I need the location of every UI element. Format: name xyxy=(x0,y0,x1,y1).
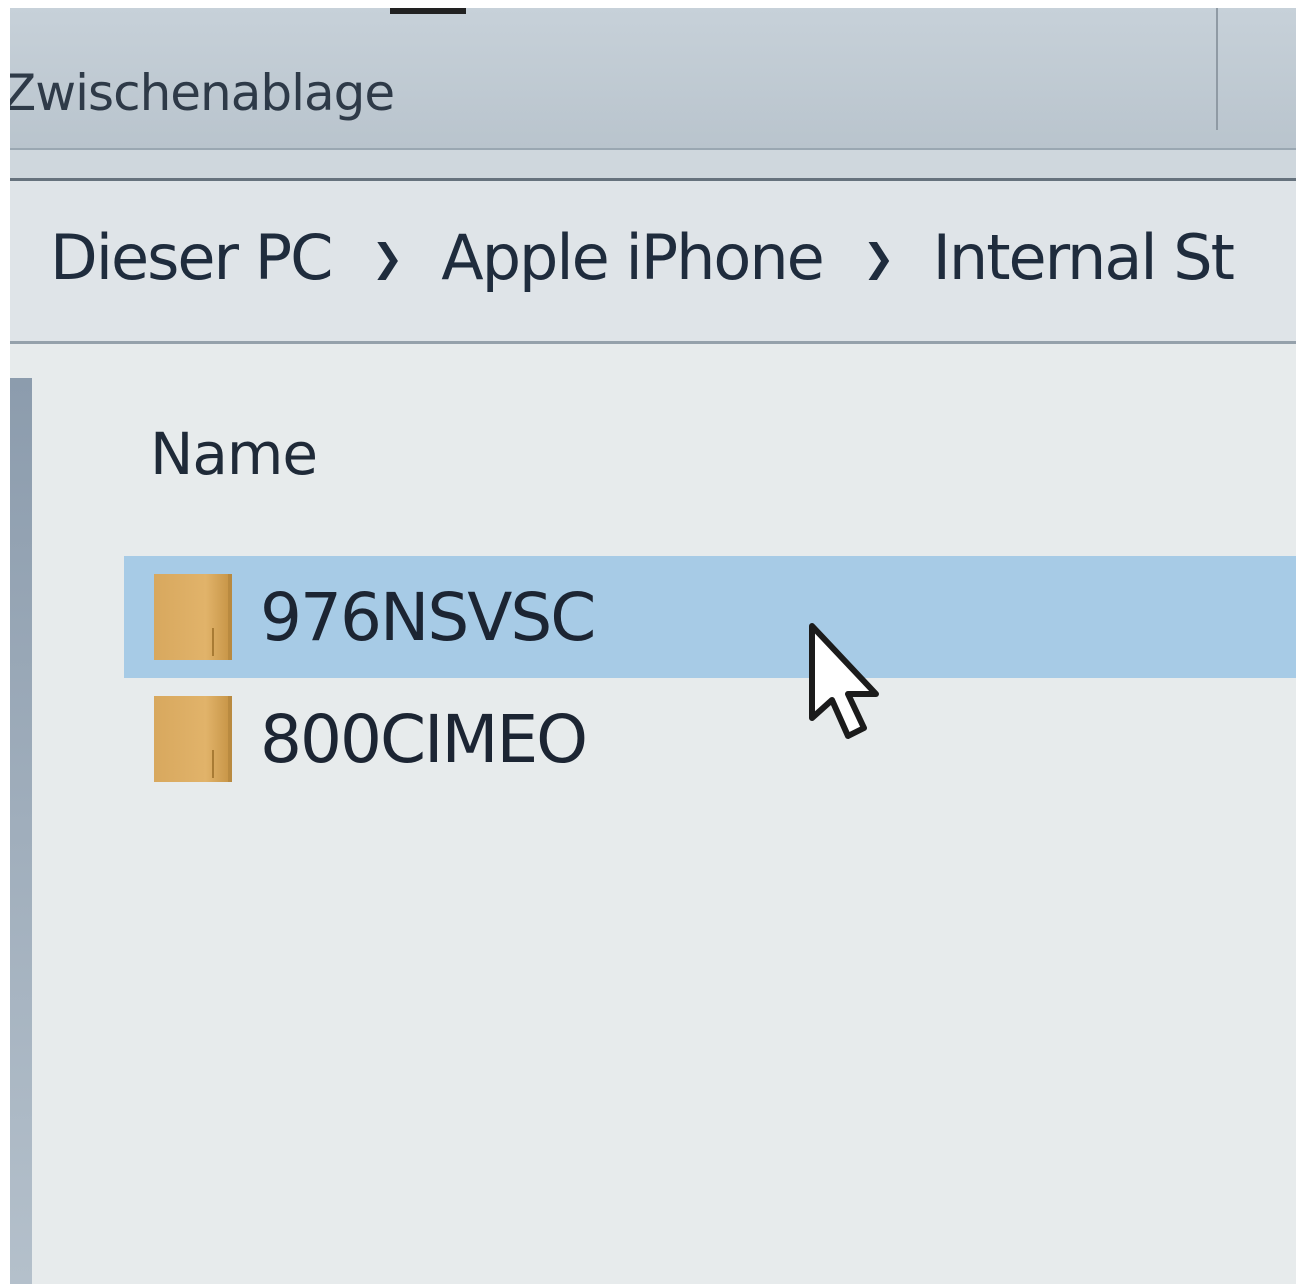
list-item-folder-800cimeo[interactable]: 800CIMEO xyxy=(124,678,1296,800)
navigation-pane-edge[interactable] xyxy=(10,378,32,1284)
ribbon-bottom-strip xyxy=(10,150,1296,181)
address-bar[interactable]: Dieser PC ❯ Apple iPhone ❯ Internal St xyxy=(10,181,1296,344)
list-item-label: 800CIMEO xyxy=(260,700,588,778)
ribbon: Zwischenablage xyxy=(10,8,1296,150)
folder-icon xyxy=(154,696,232,782)
file-explorer-window: Zwischenablage Dieser PC ❯ Apple iPhone … xyxy=(10,8,1296,1284)
list-item-label: 976NSVSC xyxy=(260,578,596,656)
folder-icon xyxy=(154,574,232,660)
breadcrumb-item-internal-storage[interactable]: Internal St xyxy=(933,221,1235,294)
breadcrumb-item-apple-iphone[interactable]: Apple iPhone xyxy=(441,221,824,294)
column-header-name[interactable]: Name xyxy=(150,420,318,488)
list-item-folder-976nsvsc[interactable]: 976NSVSC xyxy=(124,556,1296,678)
ribbon-top-edge xyxy=(390,8,466,14)
ribbon-divider xyxy=(1216,8,1218,130)
mouse-pointer-icon xyxy=(809,623,879,739)
breadcrumb-separator-icon[interactable]: ❯ xyxy=(371,236,403,280)
ribbon-group-label: Zwischenablage xyxy=(10,64,395,122)
breadcrumb-item-this-pc[interactable]: Dieser PC xyxy=(50,221,333,294)
breadcrumb-separator-icon[interactable]: ❯ xyxy=(863,236,895,280)
breadcrumb: Dieser PC ❯ Apple iPhone ❯ Internal St xyxy=(50,221,1235,294)
